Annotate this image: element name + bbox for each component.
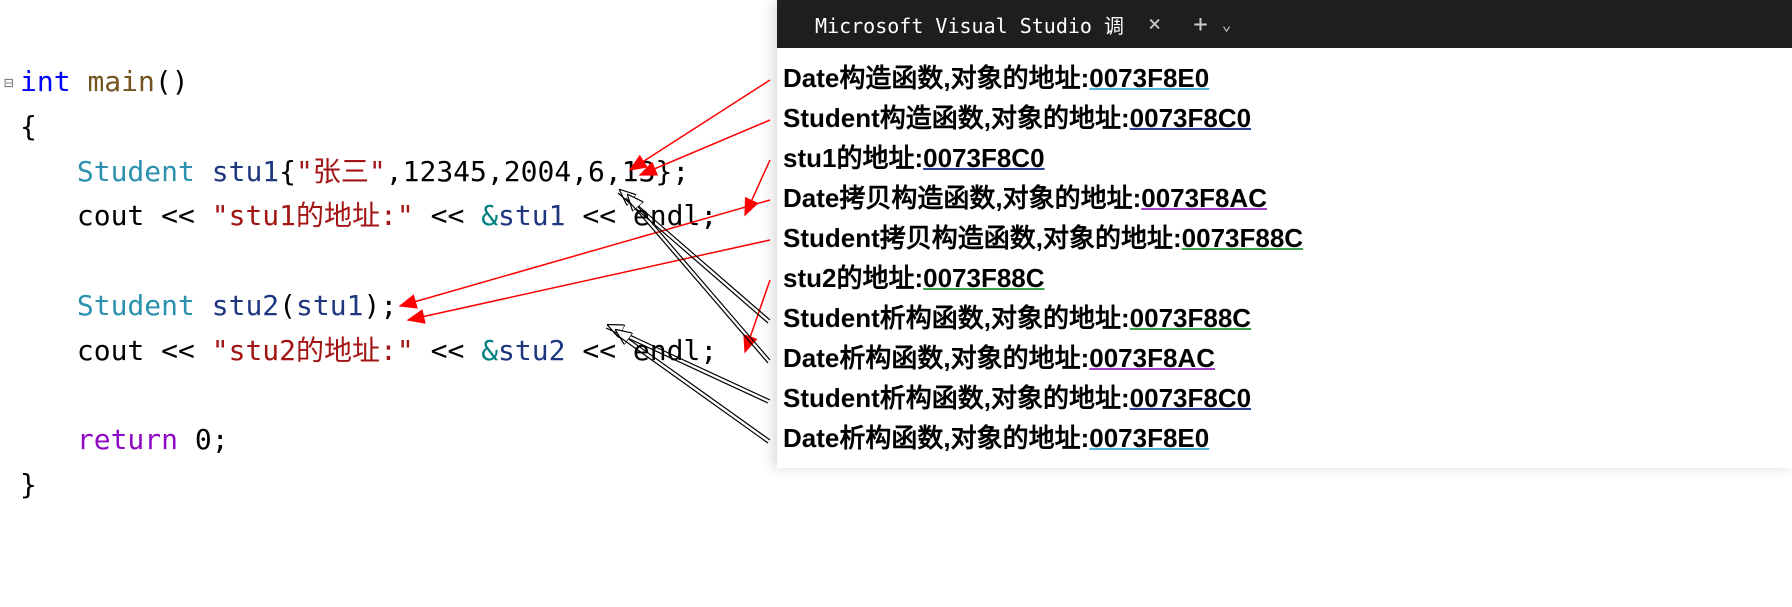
semicolon: ; (700, 334, 717, 367)
output-text: Date析构函数,对象的地址: (783, 423, 1089, 453)
brace-open: { (20, 110, 37, 143)
chevron-down-icon[interactable]: ⌄ (1222, 15, 1232, 34)
output-line: stu1的地址:0073F8C0 (783, 138, 1786, 178)
stream-op: << (414, 334, 481, 367)
var-stu2: stu2 (498, 334, 565, 367)
output-line: Date构造函数,对象的地址:0073F8E0 (783, 58, 1786, 98)
string-literal: "stu2的地址:" (212, 334, 414, 367)
output-line: Date拷贝构造函数,对象的地址:0073F8AC (783, 178, 1786, 218)
code-line-brace-open: { (20, 105, 770, 150)
output-text: Date拷贝构造函数,对象的地址: (783, 183, 1141, 213)
cout: cout (77, 334, 144, 367)
debug-console-window: Microsoft Visual Studio 调 × + ⌄ Date构造函数… (777, 0, 1792, 468)
memory-address: 0073F8E0 (1089, 423, 1209, 453)
var-stu1: stu1 (212, 155, 279, 188)
semicolon: ; (700, 199, 717, 232)
type-student: Student (77, 289, 195, 322)
output-line: stu2的地址:0073F88C (783, 258, 1786, 298)
paren-close-semi: ); (363, 289, 397, 322)
stream-op: << (144, 334, 211, 367)
memory-address: 0073F88C (923, 263, 1044, 293)
new-tab-icon[interactable]: + (1193, 10, 1207, 38)
address-op: & (481, 334, 498, 367)
stream-op: << (414, 199, 481, 232)
args: ,12345,2004,6,13 (386, 155, 656, 188)
blank-line (20, 374, 770, 419)
output-text: stu2的地址: (783, 263, 923, 293)
output-text: Student析构函数,对象的地址: (783, 383, 1130, 413)
output-text: Student拷贝构造函数,对象的地址: (783, 223, 1182, 253)
memory-address: 0073F8E0 (1089, 63, 1209, 93)
code-line-stu1-decl: Student stu1{"张三",12345,2004,6,13}; (20, 150, 770, 195)
brace: { (279, 155, 296, 188)
debug-titlebar: Microsoft Visual Studio 调 × + ⌄ (777, 0, 1792, 48)
memory-address: 0073F8AC (1141, 183, 1267, 213)
paren-open: ( (279, 289, 296, 322)
code-line-cout2: cout << "stu2的地址:" << &stu2 << endl; (20, 329, 770, 374)
debug-tab[interactable]: Microsoft Visual Studio 调 × (807, 0, 1173, 48)
code-line-return: return 0; (20, 418, 770, 463)
blank-line (20, 239, 770, 284)
memory-address: 0073F8C0 (1130, 103, 1251, 133)
output-line: Student构造函数,对象的地址:0073F8C0 (783, 98, 1786, 138)
memory-address: 0073F88C (1182, 223, 1303, 253)
output-line: Date析构函数,对象的地址:0073F8AC (783, 338, 1786, 378)
string-literal: "张三" (296, 155, 386, 188)
arg-stu1: stu1 (296, 289, 363, 322)
brace-close: } (20, 468, 37, 501)
stream-op: << (565, 199, 632, 232)
code-line-brace-close: } (20, 463, 770, 508)
output-line: Date析构函数,对象的地址:0073F8E0 (783, 418, 1786, 458)
debug-tab-title: Microsoft Visual Studio 调 (815, 10, 1124, 39)
keyword-int: int (20, 65, 71, 98)
output-text: Date构造函数,对象的地址: (783, 63, 1089, 93)
output-text: Student析构函数,对象的地址: (783, 303, 1130, 333)
memory-address: 0073F8C0 (923, 143, 1044, 173)
endl: endl (633, 334, 700, 367)
stream-op: << (565, 334, 632, 367)
var-stu1: stu1 (498, 199, 565, 232)
output-line: Student析构函数,对象的地址:0073F8C0 (783, 378, 1786, 418)
parentheses: () (155, 65, 189, 98)
endl: endl (633, 199, 700, 232)
output-text: Date析构函数,对象的地址: (783, 343, 1089, 373)
keyword-return: return (77, 423, 178, 456)
tab-actions: + ⌄ (1193, 10, 1231, 38)
memory-address: 0073F88C (1130, 303, 1251, 333)
close-icon[interactable]: × (1144, 12, 1165, 37)
type-student: Student (77, 155, 195, 188)
code-line-stu2-decl: Student stu2(stu1); (20, 284, 770, 329)
debug-output[interactable]: Date构造函数,对象的地址:0073F8E0Student构造函数,对象的地址… (777, 48, 1792, 468)
memory-address: 0073F8C0 (1130, 383, 1251, 413)
output-line: Student拷贝构造函数,对象的地址:0073F88C (783, 218, 1786, 258)
memory-address: 0073F8AC (1089, 343, 1215, 373)
cout: cout (77, 199, 144, 232)
output-text: stu1的地址: (783, 143, 923, 173)
stream-op: << (144, 199, 211, 232)
output-line: Student析构函数,对象的地址:0073F88C (783, 298, 1786, 338)
address-op: & (481, 199, 498, 232)
var-stu2: stu2 (212, 289, 279, 322)
code-line-cout1: cout << "stu1的地址:" << &stu1 << endl; (20, 194, 770, 239)
code-line-signature: int main() (20, 60, 770, 105)
return-value: 0; (178, 423, 229, 456)
brace-close-semi: }; (655, 155, 689, 188)
code-editor[interactable]: int main() { Student stu1{"张三",12345,200… (0, 60, 770, 508)
string-literal: "stu1的地址:" (212, 199, 414, 232)
output-text: Student构造函数,对象的地址: (783, 103, 1130, 133)
function-main: main (87, 65, 154, 98)
